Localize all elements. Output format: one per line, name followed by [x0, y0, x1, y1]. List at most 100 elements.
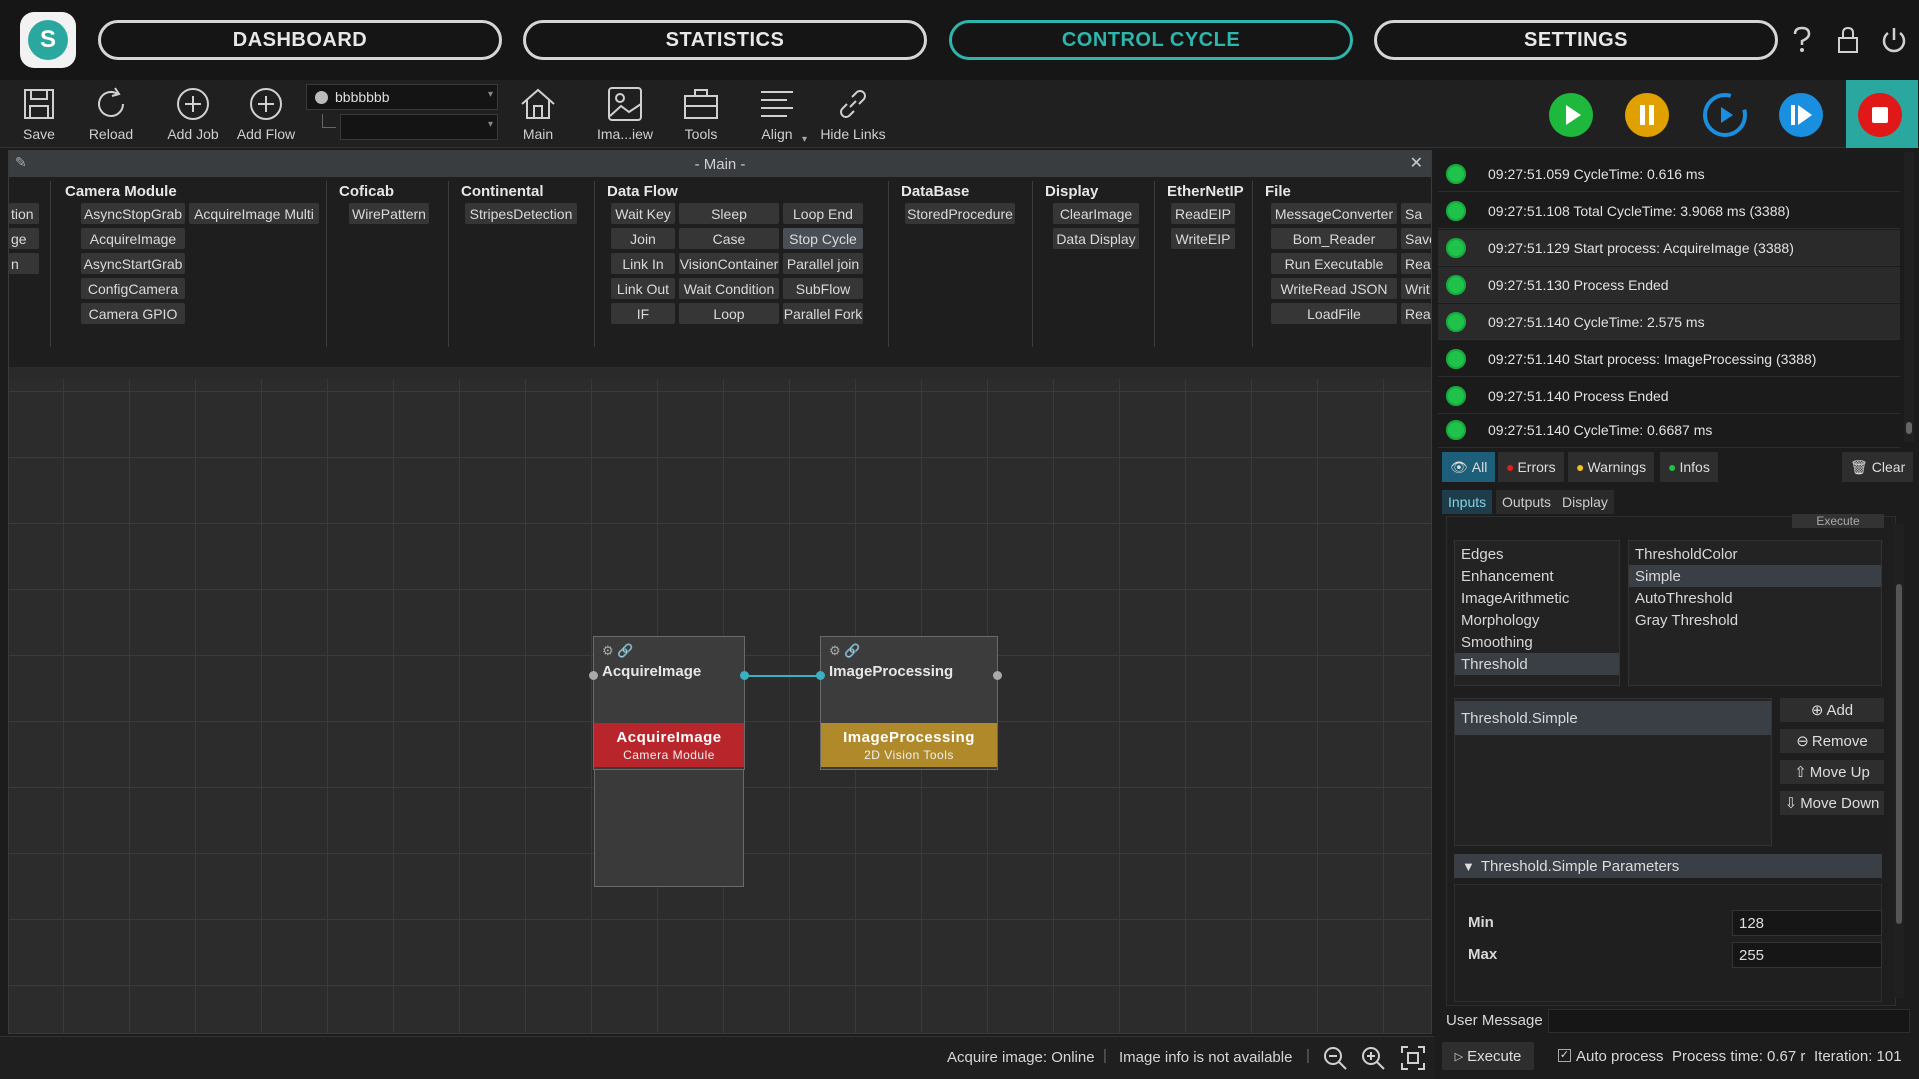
tool-chip[interactable]: Savel [1401, 228, 1431, 249]
category-item[interactable]: Edges [1455, 543, 1619, 565]
node-acquire-image-card[interactable]: ⚙ 🔗 AcquireImage AcquireImage Camera Mod… [593, 636, 745, 770]
tool-vision-container[interactable]: VisionContainer [679, 253, 779, 274]
power-icon[interactable] [1876, 22, 1912, 58]
remove-button[interactable]: ⊖ Remove [1780, 729, 1884, 753]
tool-link-in[interactable]: Link In [611, 253, 675, 274]
log-scrollbar[interactable] [1904, 152, 1914, 442]
tool-chip[interactable]: n [9, 253, 39, 274]
auto-process-checkbox[interactable]: ✓ [1558, 1049, 1571, 1062]
move-up-button[interactable]: ⇧ Move Up [1780, 760, 1884, 784]
image-view-button[interactable]: Ima...iew [590, 84, 660, 146]
input-port[interactable] [816, 671, 825, 680]
pipeline-list[interactable]: Threshold.Simple [1454, 698, 1772, 846]
tool-chip[interactable]: tion [9, 203, 39, 224]
tool-wait-key[interactable]: Wait Key [611, 203, 675, 224]
category-item[interactable]: ImageArithmetic [1455, 587, 1619, 609]
tool-acquire-image-multi[interactable]: AcquireImage Multi [189, 203, 319, 224]
tool-chip[interactable]: Sa [1401, 203, 1431, 224]
tool-message-converter[interactable]: MessageConverter [1271, 203, 1397, 224]
tool-chip[interactable]: Writ [1401, 278, 1431, 299]
tool-loop-end[interactable]: Loop End [783, 203, 863, 224]
main-button[interactable]: Main [503, 84, 573, 146]
log-row[interactable]: 09:27:51.140 CycleTime: 0.6687 ms [1438, 412, 1900, 448]
scrollbar-thumb[interactable] [1896, 584, 1902, 924]
tool-stripes-detection[interactable]: StripesDetection [465, 203, 577, 224]
max-input[interactable]: 255 [1732, 942, 1882, 968]
log-row[interactable]: 09:27:51.130 Process Ended [1438, 267, 1900, 303]
play-button[interactable] [1548, 92, 1594, 138]
tool-parallel-fork[interactable]: Parallel Fork [783, 303, 863, 324]
tab-control-cycle[interactable]: CONTROL CYCLE [949, 20, 1353, 60]
tool-read-eip[interactable]: ReadEIP [1171, 203, 1235, 224]
inputs-scrollbar[interactable] [1894, 524, 1904, 998]
tool-link-out[interactable]: Link Out [611, 278, 675, 299]
category-item-selected[interactable]: Threshold [1455, 653, 1619, 675]
tool-case[interactable]: Case [679, 228, 779, 249]
method-list[interactable]: ThresholdColor Simple AutoThreshold Gray… [1628, 540, 1882, 686]
tool-write-eip[interactable]: WriteEIP [1171, 228, 1235, 249]
log-row[interactable]: 09:27:51.129 Start process: AcquireImage… [1438, 230, 1900, 266]
edit-icon[interactable]: ✎ [15, 154, 27, 171]
tool-stored-procedure[interactable]: StoredProcedure [905, 203, 1015, 224]
tool-wire-pattern[interactable]: WirePattern [349, 203, 429, 224]
tool-wait-condition[interactable]: Wait Condition [679, 278, 779, 299]
input-port[interactable] [589, 671, 598, 680]
tool-data-display[interactable]: Data Display [1053, 228, 1139, 249]
tool-config-camera[interactable]: ConfigCamera [81, 278, 185, 299]
params-header[interactable]: ▼ Threshold.Simple Parameters [1454, 854, 1882, 878]
tool-parallel-join[interactable]: Parallel join [783, 253, 863, 274]
category-item[interactable]: Morphology [1455, 609, 1619, 631]
tool-async-start-grab[interactable]: AsyncStartGrab [81, 253, 185, 274]
tool-loop[interactable]: Loop [679, 303, 779, 324]
tool-load-file[interactable]: LoadFile [1271, 303, 1397, 324]
category-item[interactable]: Smoothing [1455, 631, 1619, 653]
align-button[interactable]: Align ▾ [742, 84, 812, 146]
method-item[interactable]: Gray Threshold [1629, 609, 1881, 631]
scrollbar-thumb[interactable] [1906, 422, 1912, 434]
step-button[interactable] [1702, 92, 1748, 138]
tab-inputs[interactable]: Inputs [1442, 490, 1493, 514]
tool-join[interactable]: Join [611, 228, 675, 249]
method-item[interactable]: ThresholdColor [1629, 543, 1881, 565]
min-input[interactable]: 128 [1732, 910, 1882, 936]
add-flow-button[interactable]: Add Flow [231, 84, 301, 146]
tool-chip[interactable]: Reac [1401, 303, 1431, 324]
filter-infos-button[interactable]: ● Infos [1660, 452, 1718, 482]
move-down-button[interactable]: ⇩ Move Down [1780, 791, 1884, 815]
node-acquire-image[interactable] [594, 755, 744, 887]
node-image-processing-card[interactable]: ⚙ 🔗 ImageProcessing ImageProcessing 2D V… [820, 636, 998, 770]
category-item[interactable]: Enhancement [1455, 565, 1619, 587]
tool-async-stop-grab[interactable]: AsyncStopGrab [81, 203, 185, 224]
filter-errors-button[interactable]: ● Errors [1498, 452, 1564, 482]
filter-all-button[interactable]: 👁 All [1442, 452, 1496, 482]
close-icon[interactable]: ✕ [1410, 153, 1423, 173]
method-item-selected[interactable]: Simple [1629, 565, 1881, 587]
save-button[interactable]: Save [4, 84, 74, 146]
tab-settings[interactable]: SETTINGS [1374, 20, 1778, 60]
reload-button[interactable]: Reload [76, 84, 146, 146]
tools-button[interactable]: Tools [666, 84, 736, 146]
stop-button[interactable] [1857, 92, 1903, 138]
fit-screen-icon[interactable] [1400, 1045, 1426, 1075]
filter-warnings-button[interactable]: ● Warnings [1568, 452, 1655, 482]
flow-select[interactable]: ▾ [340, 114, 498, 140]
execute-top-button[interactable]: Execute [1792, 514, 1884, 528]
zoom-out-icon[interactable] [1322, 1045, 1348, 1075]
tool-writeread-json[interactable]: WriteRead JSON [1271, 278, 1397, 299]
log-row[interactable]: 09:27:51.059 CycleTime: 0.616 ms [1438, 156, 1900, 192]
tab-display[interactable]: Display [1556, 490, 1614, 514]
tool-subflow[interactable]: SubFlow [783, 278, 863, 299]
tool-bom-reader[interactable]: Bom_Reader [1271, 228, 1397, 249]
add-button[interactable]: ⊕ Add [1780, 698, 1884, 722]
log-row[interactable]: 09:27:51.140 Start process: ImageProcess… [1438, 341, 1900, 377]
tool-clear-image[interactable]: ClearImage [1053, 203, 1139, 224]
tool-run-executable[interactable]: Run Executable [1271, 253, 1397, 274]
lock-icon[interactable] [1830, 22, 1866, 58]
method-item[interactable]: AutoThreshold [1629, 587, 1881, 609]
category-list[interactable]: Edges Enhancement ImageArithmetic Morpho… [1454, 540, 1620, 686]
tool-acquire-image[interactable]: AcquireImage [81, 228, 185, 249]
tab-dashboard[interactable]: DASHBOARD [98, 20, 502, 60]
output-port[interactable] [993, 671, 1002, 680]
hide-links-button[interactable]: Hide Links [818, 84, 888, 146]
help-icon[interactable] [1784, 22, 1820, 58]
